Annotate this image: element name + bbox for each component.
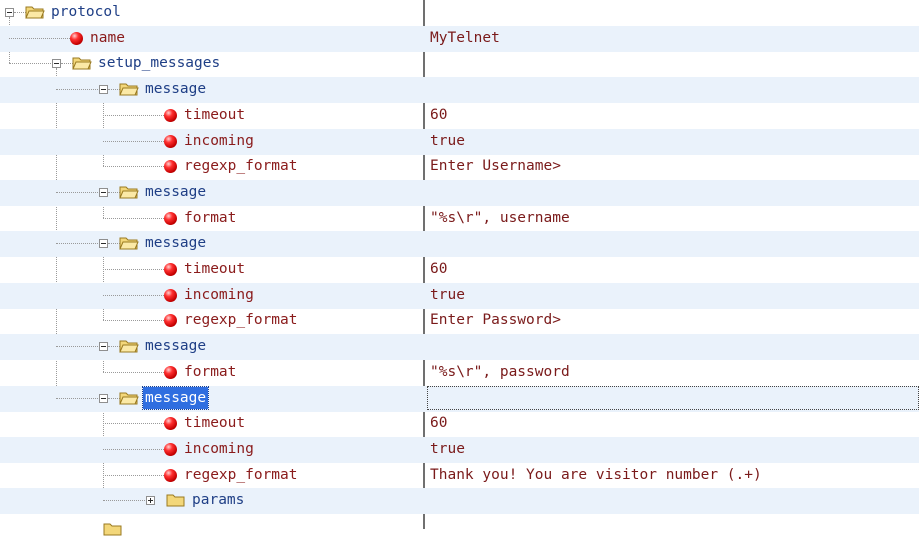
tree-connector-line — [56, 192, 98, 193]
collapse-toggle-icon[interactable] — [99, 342, 108, 351]
tree-connector-line — [103, 320, 164, 321]
tree-connector-line — [56, 346, 98, 347]
collapse-toggle-icon[interactable] — [99, 188, 108, 197]
red-ball-icon — [164, 289, 177, 302]
red-ball-icon — [164, 135, 177, 148]
red-ball-icon — [164, 443, 177, 456]
property-value[interactable]: MyTelnet — [430, 27, 500, 49]
red-ball-icon — [164, 366, 177, 379]
property-name[interactable]: regexp_format — [182, 155, 300, 177]
red-ball-icon — [164, 109, 177, 122]
red-ball-icon — [164, 160, 177, 173]
property-value[interactable]: Enter Password> — [430, 309, 561, 331]
property-name[interactable]: format — [182, 361, 238, 383]
collapse-toggle-icon[interactable] — [5, 8, 14, 17]
red-ball-icon — [164, 263, 177, 276]
tree-node-label[interactable]: setup_messages — [96, 52, 222, 74]
tree-node-label[interactable]: message — [143, 78, 208, 100]
property-value[interactable]: 60 — [430, 104, 447, 126]
property-value[interactable]: true — [430, 130, 465, 152]
tree-connector-line — [103, 423, 164, 424]
red-ball-icon — [70, 32, 83, 45]
open-folder-icon — [119, 81, 139, 97]
tree-connector-line — [56, 243, 98, 244]
red-ball-icon — [164, 469, 177, 482]
collapse-toggle-icon[interactable] — [99, 239, 108, 248]
property-name[interactable]: timeout — [182, 412, 247, 434]
open-folder-icon — [119, 184, 139, 200]
tree-connector-line — [103, 115, 164, 116]
property-value[interactable]: 60 — [430, 412, 447, 434]
tree-connector-line — [56, 89, 98, 90]
tree-connector-line — [103, 218, 164, 219]
value-cell-focus[interactable] — [427, 386, 919, 410]
tree-row[interactable] — [0, 488, 919, 514]
property-name[interactable]: timeout — [182, 104, 247, 126]
property-name[interactable]: timeout — [182, 258, 247, 280]
open-folder-icon — [119, 235, 139, 251]
xml-tree-view[interactable]: protocol name MyTelnet setup_messagesmessag… — [0, 0, 919, 536]
tree-connector-line — [103, 372, 164, 373]
tree-node-label[interactable]: params — [190, 489, 246, 511]
property-name[interactable]: incoming — [182, 438, 256, 460]
tree-node-label[interactable]: protocol — [49, 1, 123, 23]
tree-connector-line — [103, 166, 164, 167]
open-folder-icon — [72, 55, 92, 71]
tree-connector-line — [103, 475, 164, 476]
property-name[interactable]: incoming — [182, 284, 256, 306]
property-value[interactable]: Enter Username> — [430, 155, 561, 177]
tree-connector-line — [9, 63, 51, 64]
property-value[interactable]: Thank you! You are visitor number (.+) — [430, 464, 762, 486]
property-name[interactable]: incoming — [182, 130, 256, 152]
tree-connector-line — [103, 449, 164, 450]
tree-row[interactable] — [0, 103, 919, 129]
open-folder-icon — [25, 4, 45, 20]
tree-connector-line — [103, 141, 164, 142]
property-value[interactable]: "%s\r", password — [430, 361, 570, 383]
tree-connector-line — [9, 38, 70, 39]
property-name[interactable]: name — [88, 27, 127, 49]
tree-row[interactable] — [0, 257, 919, 283]
property-value[interactable]: "%s\r", username — [430, 207, 570, 229]
property-name[interactable]: regexp_format — [182, 309, 300, 331]
red-ball-icon — [164, 314, 177, 327]
red-ball-icon — [164, 417, 177, 430]
tree-row[interactable] — [0, 0, 919, 26]
expand-toggle-icon[interactable] — [146, 496, 155, 505]
tree-row[interactable] — [0, 411, 919, 437]
tree-connector-line — [56, 398, 98, 399]
property-name[interactable]: regexp_format — [182, 464, 300, 486]
folder-icon — [103, 521, 123, 537]
tree-connector-line — [103, 500, 145, 501]
tree-connector-line — [103, 269, 164, 270]
red-ball-icon — [164, 212, 177, 225]
tree-connector-line — [103, 295, 164, 296]
collapse-toggle-icon[interactable] — [99, 85, 108, 94]
open-folder-icon — [119, 390, 139, 406]
collapse-toggle-icon[interactable] — [99, 394, 108, 403]
tree-node-label[interactable]: message — [141, 386, 210, 410]
open-folder-icon — [119, 338, 139, 354]
tree-node-label[interactable]: message — [143, 335, 208, 357]
tree-node-label[interactable]: message — [143, 181, 208, 203]
property-value[interactable]: true — [430, 438, 465, 460]
property-name[interactable]: format — [182, 207, 238, 229]
collapse-toggle-icon[interactable] — [52, 59, 61, 68]
property-value[interactable]: 60 — [430, 258, 447, 280]
folder-icon — [166, 492, 186, 508]
property-value[interactable]: true — [430, 284, 465, 306]
tree-node-label[interactable]: message — [143, 232, 208, 254]
